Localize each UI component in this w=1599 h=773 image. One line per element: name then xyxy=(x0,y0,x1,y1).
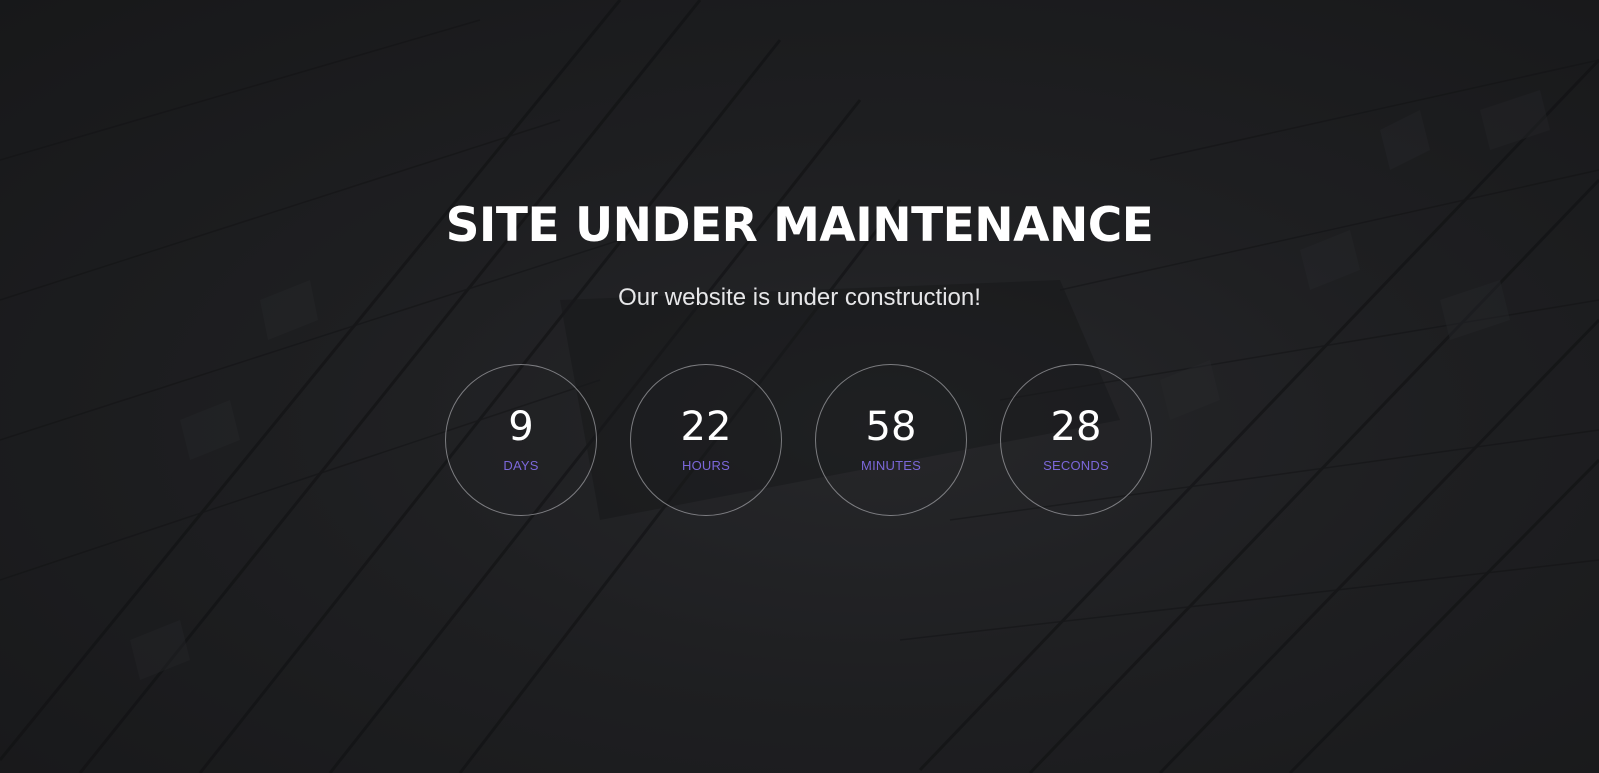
countdown-minutes: 58 MINUTES xyxy=(815,364,967,516)
countdown-timer: 9 DAYS 22 HOURS 58 MINUTES 28 SECONDS xyxy=(445,364,1155,520)
page-subtitle: Our website is under construction! xyxy=(618,284,981,311)
countdown-seconds: 28 SECONDS xyxy=(1000,364,1152,516)
minutes-value: 58 xyxy=(865,404,917,450)
hours-label: HOURS xyxy=(682,458,730,473)
seconds-label: SECONDS xyxy=(1043,458,1109,473)
maintenance-content: SITE UNDER MAINTENANCE Our website is un… xyxy=(0,0,1599,773)
countdown-days: 9 DAYS xyxy=(445,364,597,516)
days-label: DAYS xyxy=(503,458,539,473)
page-title: SITE UNDER MAINTENANCE xyxy=(445,198,1154,253)
seconds-value: 28 xyxy=(1050,404,1102,450)
days-value: 9 xyxy=(508,404,534,450)
hours-value: 22 xyxy=(680,404,732,450)
minutes-label: MINUTES xyxy=(861,458,921,473)
maintenance-page: SITE UNDER MAINTENANCE Our website is un… xyxy=(0,0,1599,773)
countdown-hours: 22 HOURS xyxy=(630,364,782,516)
